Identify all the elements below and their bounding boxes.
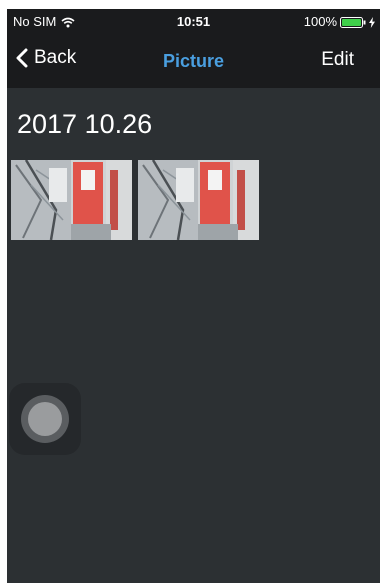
assistive-touch-dot (28, 402, 62, 436)
bolt-icon (369, 16, 375, 28)
photo-thumbnail-1[interactable] (11, 160, 132, 240)
header: No SIM 10:51 100% Back Picture Edit (7, 9, 380, 88)
photo-image (11, 160, 132, 240)
status-bar: No SIM 10:51 100% (7, 9, 380, 35)
photo-grid (11, 160, 259, 240)
status-right: 100% (304, 14, 375, 29)
battery-percent: 100% (303, 14, 337, 29)
photo-image (138, 160, 259, 240)
assistive-touch-button[interactable] (9, 383, 81, 455)
navbar: Back Picture Edit (7, 42, 380, 78)
battery-icon (340, 16, 366, 28)
photo-thumbnail-2[interactable] (138, 160, 259, 240)
edit-button[interactable]: Edit (321, 49, 354, 71)
app-screen: No SIM 10:51 100% Back Picture Edit 2017… (7, 9, 380, 583)
section-date-heading: 2017 10.26 (17, 109, 153, 139)
